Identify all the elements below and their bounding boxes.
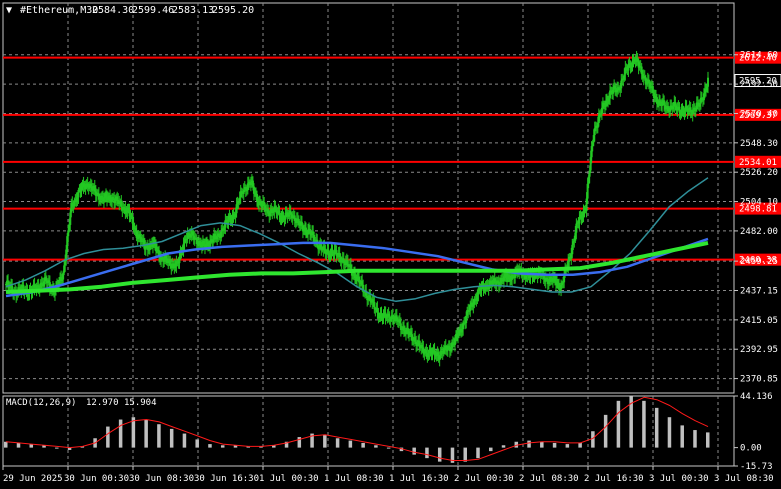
candle-body	[707, 77, 709, 87]
y-tick-label: 2370.85	[740, 375, 778, 385]
x-tick-label: 30 Jun 00:30	[64, 474, 129, 484]
symbol-title: #Ethereum,M30	[20, 5, 98, 16]
ohlc-high: 2599.46	[132, 5, 174, 16]
macd-histogram-bar	[348, 440, 353, 448]
x-tick-label: 1 Jul 08:30	[324, 474, 384, 484]
macd-histogram-bar	[565, 444, 570, 448]
x-tick-label: 2 Jul 16:30	[584, 474, 644, 484]
macd-histogram-bar	[169, 428, 174, 448]
y-tick-label: 2548.30	[740, 139, 778, 149]
macd-histogram-bar	[693, 430, 697, 448]
macd-title: MACD(12,26,9)	[6, 398, 76, 408]
ohlc-close: 2595.20	[212, 5, 254, 16]
macd-histogram-bar	[55, 447, 59, 449]
macd-value-signal: 15.904	[124, 398, 157, 408]
macd-histogram-bar	[144, 419, 148, 448]
macd-histogram-bar	[463, 447, 467, 462]
macd-histogram-bar	[386, 447, 391, 449]
y-tick-label: 2437.15	[740, 287, 778, 297]
macd-histogram-bar	[374, 445, 378, 448]
macd-histogram-bar	[16, 442, 21, 448]
macd-histogram-bar	[182, 433, 187, 448]
macd-y-tick-label: 44.136	[740, 392, 773, 402]
x-tick-label: 2 Jul 00:30	[454, 474, 514, 484]
y-tick-label: 2415.05	[740, 316, 778, 326]
y-tick-label: 2526.20	[740, 168, 778, 178]
macd-histogram-bar	[361, 442, 365, 448]
price-chart[interactable]: 2612.402569.372534.012498.812460.382595.…	[0, 0, 781, 489]
y-tick-label: 2504.10	[740, 198, 778, 208]
macd-histogram-bar	[476, 447, 480, 459]
collapse-triangle-icon[interactable]: ▼	[6, 5, 12, 16]
x-tick-label: 30 Jun 08:30	[129, 474, 194, 484]
macd-histogram-bar	[616, 400, 621, 448]
macd-histogram-bar	[680, 425, 684, 448]
x-tick-label: 29 Jun 2025	[3, 474, 63, 484]
macd-y-tick-label: -15.73	[740, 462, 773, 472]
macd-histogram-bar	[131, 417, 136, 448]
macd-histogram-bar	[642, 400, 646, 448]
macd-histogram-bar	[654, 407, 659, 448]
macd-histogram-bar	[437, 447, 442, 462]
macd-histogram-bar	[157, 424, 161, 448]
ohlc-open: 2584.30	[92, 5, 134, 16]
macd-histogram-bar	[425, 447, 429, 459]
x-tick-label: 3 Jul 00:30	[649, 474, 709, 484]
y-tick-label: 2592.50	[740, 80, 778, 90]
macd-value-main: 12.970	[86, 398, 119, 408]
y-tick-label: 2570.40	[740, 109, 778, 119]
macd-histogram-bar	[323, 434, 327, 448]
x-tick-label: 30 Jun 16:30	[194, 474, 259, 484]
macd-histogram-bar	[335, 438, 340, 448]
y-tick-label: 2614.60	[740, 51, 778, 61]
ohlc-low: 2583.13	[172, 5, 214, 16]
macd-histogram-bar	[501, 445, 506, 448]
macd-histogram-bar	[552, 442, 557, 448]
macd-histogram-bar	[220, 445, 225, 448]
x-tick-label: 2 Jul 08:30	[519, 474, 579, 484]
level-price-label: 2534.01	[739, 158, 777, 168]
macd-histogram-bar	[527, 440, 531, 448]
y-tick-label: 2459.25	[740, 257, 778, 267]
macd-histogram-bar	[578, 442, 582, 448]
macd-histogram-bar	[540, 441, 544, 448]
x-tick-label: 3 Jul 08:30	[714, 474, 774, 484]
macd-histogram-bar	[4, 441, 8, 448]
x-tick-label: 1 Jul 16:30	[389, 474, 449, 484]
macd-histogram-bar	[667, 417, 672, 448]
y-tick-label: 2392.95	[740, 345, 778, 355]
x-tick-label: 1 Jul 00:30	[259, 474, 319, 484]
macd-y-tick-label: 0.00	[740, 444, 762, 454]
macd-histogram-bar	[489, 447, 493, 452]
macd-histogram-bar	[591, 431, 595, 448]
macd-histogram-bar	[412, 447, 416, 455]
macd-histogram-bar	[603, 414, 608, 448]
macd-histogram-bar	[118, 419, 123, 448]
macd-histogram-bar	[106, 426, 110, 448]
y-tick-label: 2482.00	[740, 227, 778, 237]
macd-histogram-bar	[195, 439, 199, 448]
chart-window: 2612.40 2569.37 2534.01 2498.81 2460.38 2595.…	[0, 0, 781, 489]
macd-histogram-bar	[706, 432, 710, 448]
macd-histogram-bar	[208, 444, 212, 448]
